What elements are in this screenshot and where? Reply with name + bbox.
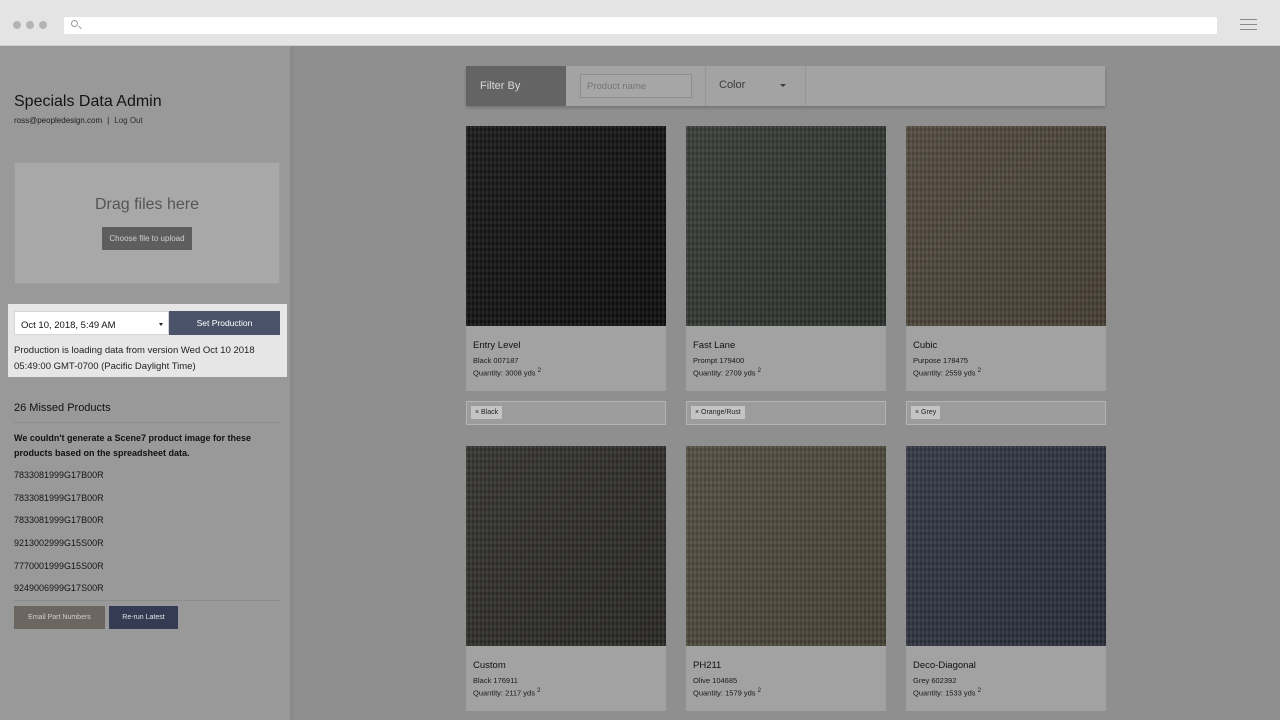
- product-name: Entry Level: [473, 340, 521, 351]
- product-info: Cubic Purpose 178475 Quantity: 2559 yds …: [906, 326, 1106, 391]
- color-tag[interactable]: × Orange/Rust: [691, 406, 745, 419]
- tag-row: × Orange/Rust: [686, 401, 886, 425]
- product-variant: Black 176911: [473, 676, 518, 685]
- product-variant: Purpose 178475: [913, 356, 969, 365]
- list-item: 9249006999G17S00R: [14, 583, 104, 594]
- color-select[interactable]: Color: [719, 79, 786, 91]
- chevron-down-icon: [159, 323, 163, 326]
- user-email: ross@peopledesign.com: [14, 116, 103, 125]
- product-info: Custom Black 176911 Quantity: 2117 yds 2: [466, 646, 666, 711]
- color-tag[interactable]: × Black: [471, 406, 503, 419]
- product-name: Custom: [473, 660, 506, 671]
- product-swatch-image[interactable]: [906, 446, 1106, 646]
- chevron-down-icon: [780, 84, 786, 87]
- product-info: Deco-Diagonal Grey 602392 Quantity: 1533…: [906, 646, 1106, 711]
- file-dropzone[interactable]: Drag files here Choose file to upload: [14, 162, 280, 284]
- product-quantity: Quantity: 2117 yds 2: [473, 688, 541, 698]
- product-variant: Black 007187: [473, 356, 519, 365]
- window-maximize-dot[interactable]: [39, 21, 47, 29]
- product-quantity: Quantity: 2559 yds 2: [913, 368, 981, 378]
- missed-products-description: We couldn't generate a Scene7 product im…: [14, 433, 252, 458]
- choose-file-button[interactable]: Choose file to upload: [102, 227, 192, 250]
- divider: [805, 66, 806, 106]
- color-select-label: Color: [719, 79, 746, 91]
- product-name-input[interactable]: [580, 74, 692, 98]
- product-variant: Grey 602392: [913, 676, 957, 685]
- product-info: PH211 Olive 104685 Quantity: 1579 yds 2: [686, 646, 886, 711]
- logout-link[interactable]: Log Out: [114, 116, 142, 125]
- set-production-button[interactable]: Set Production: [169, 311, 280, 335]
- list-item: 7833081999G17B00R: [14, 492, 104, 503]
- divider: [14, 422, 280, 423]
- product-name: Fast Lane: [693, 340, 736, 351]
- product-info: Fast Lane Prompt 179400 Quantity: 2709 y…: [686, 326, 886, 391]
- list-item: 7833081999G17B00R: [14, 515, 104, 526]
- tag-row: × Grey: [906, 401, 1106, 425]
- product-variant: Prompt 179400: [693, 356, 745, 365]
- separator: |: [107, 116, 110, 125]
- product-quantity: Quantity: 1533 yds 2: [913, 688, 981, 698]
- email-part-numbers-button[interactable]: Email Part Numbers: [14, 606, 105, 629]
- rerun-latest-button[interactable]: Re-run Latest: [109, 606, 178, 629]
- list-item: 7770001999G15S00R: [14, 560, 104, 571]
- sidebar: Specials Data Admin ross@peopledesign.co…: [0, 46, 293, 720]
- tag-row: × Black: [466, 401, 666, 425]
- product-quantity: Quantity: 3008 yds 2: [473, 368, 541, 378]
- divider: [705, 66, 706, 106]
- window-close-dot[interactable]: [13, 21, 21, 29]
- window-minimize-dot[interactable]: [26, 21, 34, 29]
- color-tag[interactable]: × Grey: [911, 406, 941, 419]
- filter-by-label: Filter By: [466, 66, 566, 106]
- list-item: 7833081999G17B00R: [14, 470, 104, 480]
- list-item: 9213002999G15S00R: [14, 538, 104, 549]
- address-bar[interactable]: [64, 17, 1217, 34]
- user-info: ross@peopledesign.com | Log Out: [14, 116, 143, 125]
- production-panel: Oct 10, 2018, 5:49 AM Set Production Pro…: [8, 304, 287, 377]
- product-variant: Olive 104685: [693, 676, 738, 685]
- product-swatch-image[interactable]: [466, 126, 666, 326]
- browser-chrome: [0, 0, 1280, 46]
- drag-files-text: Drag files here: [94, 196, 200, 213]
- product-swatch-image[interactable]: [906, 126, 1106, 326]
- product-swatch-image[interactable]: [686, 446, 886, 646]
- page-title: Specials Data Admin: [14, 93, 162, 110]
- product-info: Entry Level Black 007187 Quantity: 3008 …: [466, 326, 666, 391]
- product-name: Cubic: [913, 340, 938, 351]
- missed-products-list: 7833081999G17B00R 7833081999G17B00R 7833…: [14, 470, 104, 606]
- product-name: Deco-Diagonal: [913, 660, 976, 671]
- filter-bar: Filter By Color: [466, 66, 1105, 106]
- product-name: PH211: [693, 660, 722, 671]
- divider: [14, 600, 280, 601]
- production-date-value: Oct 10, 2018, 5:49 AM: [21, 320, 116, 331]
- search-icon: [71, 20, 78, 27]
- product-quantity: Quantity: 1579 yds 2: [693, 688, 761, 698]
- product-swatch-image[interactable]: [686, 126, 886, 326]
- product-swatch-image[interactable]: [466, 446, 666, 646]
- missed-products-title: 26 Missed Products: [14, 402, 111, 414]
- production-status-text: Production is loading data from version …: [14, 345, 255, 372]
- product-quantity: Quantity: 2709 yds 2: [693, 368, 761, 378]
- production-date-select[interactable]: Oct 10, 2018, 5:49 AM: [14, 311, 169, 335]
- menu-icon[interactable]: [1240, 19, 1257, 31]
